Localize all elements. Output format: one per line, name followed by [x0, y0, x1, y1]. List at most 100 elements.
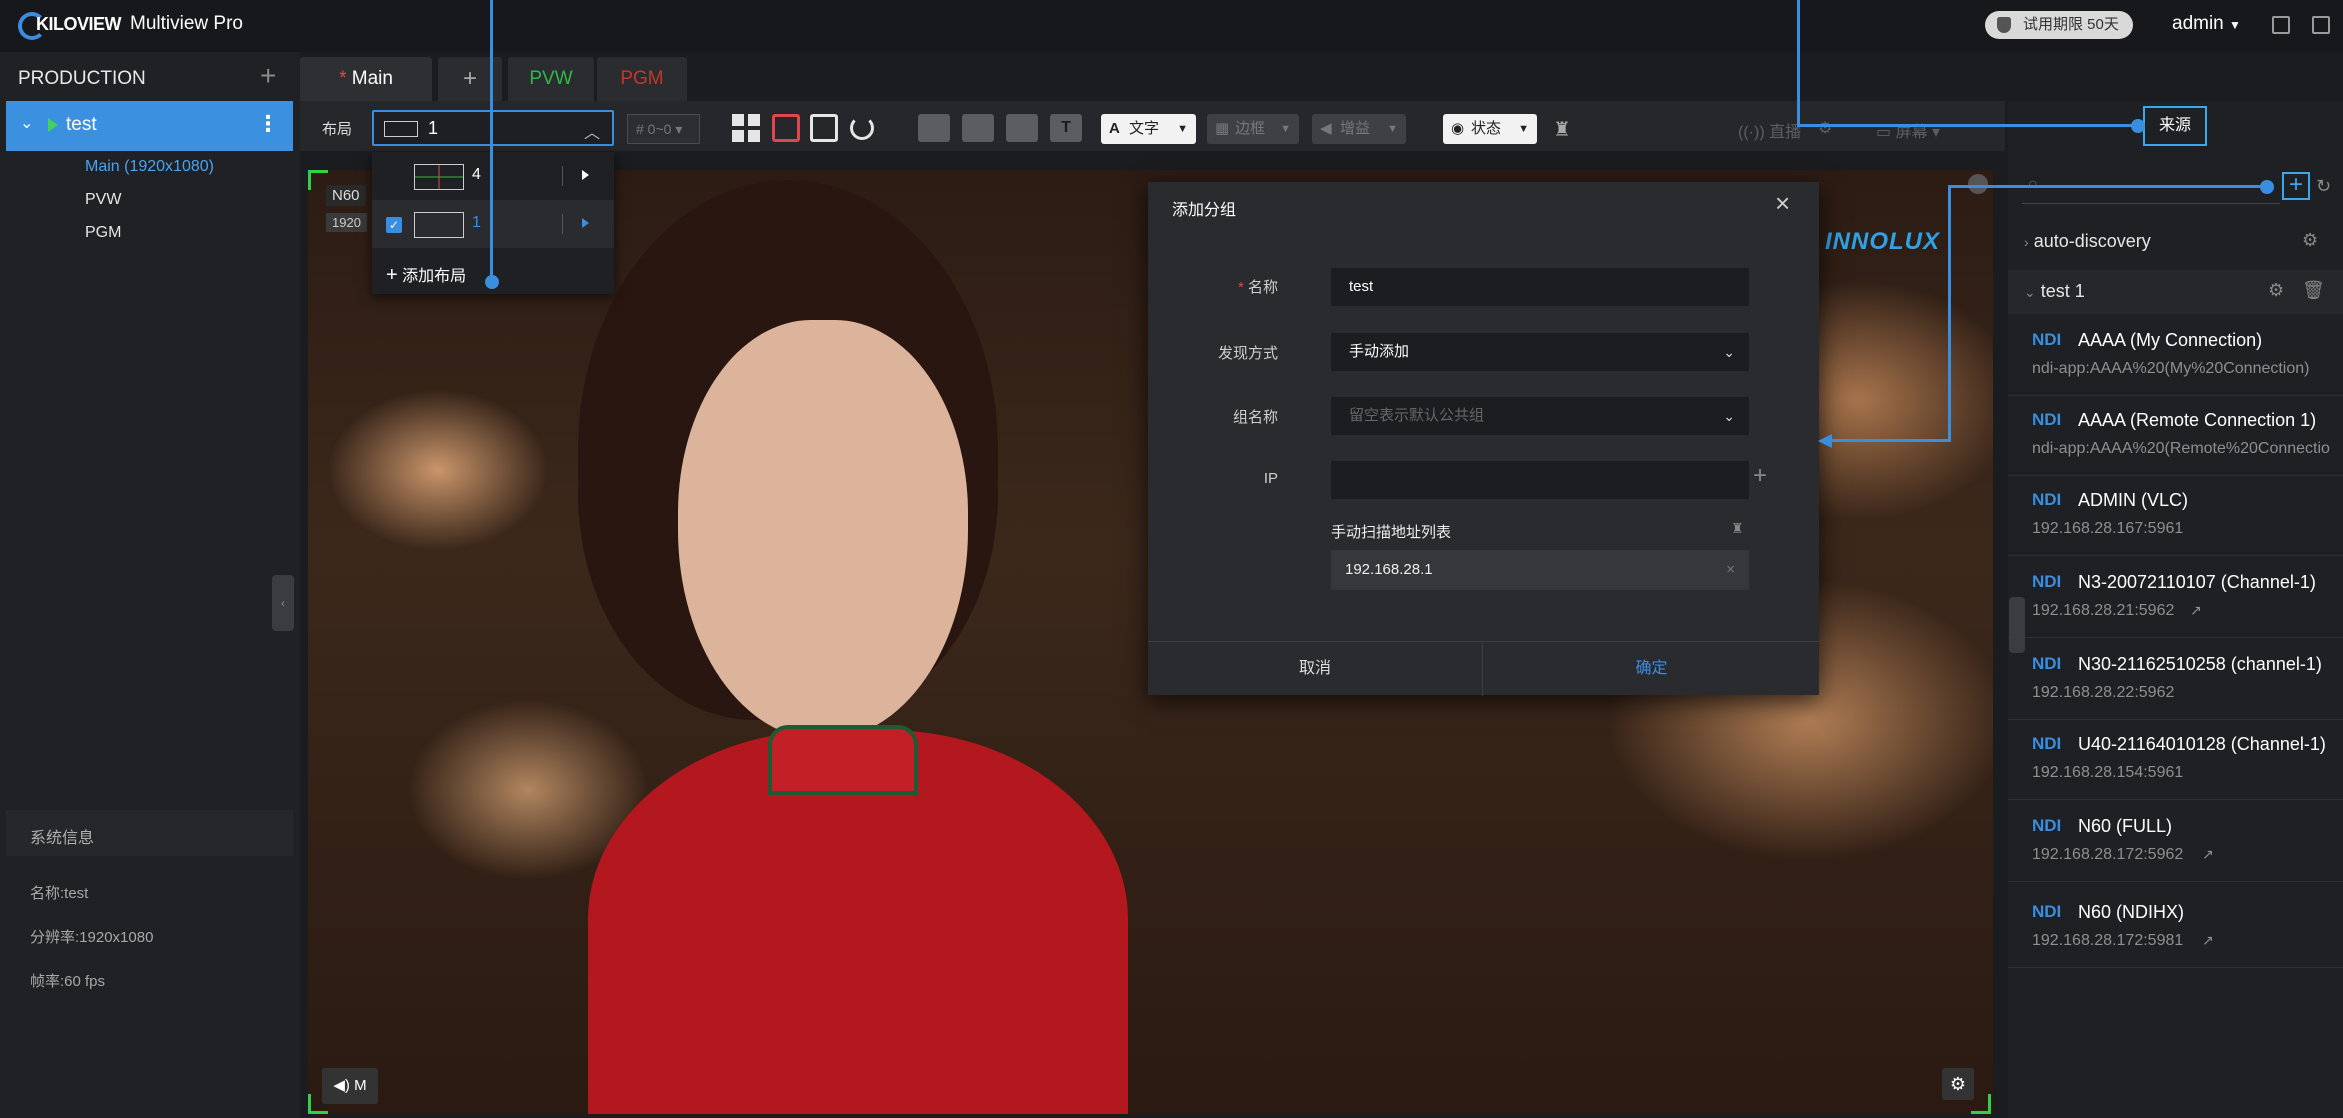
tree-item-pvw[interactable]: PVW [85, 191, 121, 209]
gain-dropdown[interactable]: ◀ 增益 ▼ [1312, 114, 1406, 144]
save-as-icon[interactable] [810, 114, 838, 142]
layout-option-label: 4 [472, 166, 481, 183]
audio-button[interactable]: ◀) M [322, 1068, 378, 1104]
source-item[interactable]: NDI ADMIN (VLC) 192.168.28.167:5961 [2008, 476, 2343, 556]
external-link-icon[interactable]: ↗ [2202, 846, 2214, 863]
tab-sources[interactable]: 来源 [2143, 106, 2207, 146]
source-address: 192.168.28.154:5961 [2032, 764, 2184, 781]
confirm-button[interactable]: 确定 [1484, 642, 1819, 696]
group-test-1[interactable]: ⌄ test 1 [2024, 281, 2085, 302]
cancel-button[interactable]: 取消 [1148, 642, 1483, 696]
ndi-badge: NDI [2032, 734, 2062, 753]
audio-meter-icon[interactable] [1006, 114, 1038, 142]
source-item[interactable]: NDI U40-21164010128 (Channel-1) 192.168.28… [2008, 720, 2343, 800]
manual-icon[interactable] [2272, 16, 2290, 34]
submenu-arrow-icon[interactable] [582, 170, 589, 180]
tab-pgm[interactable]: PGM [597, 57, 687, 101]
tab-main[interactable]: * Main [300, 57, 432, 101]
screen-button[interactable]: ▭ 屏幕 ▾ [1876, 118, 1940, 142]
clear-icon[interactable]: ♜ [1553, 117, 1571, 142]
broadcast-icon: ((·)) [1738, 124, 1765, 141]
gear-icon[interactable]: ⚙ [2268, 280, 2284, 301]
settings-icon[interactable]: ⚙ [1818, 118, 1832, 138]
group-auto-discovery[interactable]: › auto-discovery [2024, 231, 2151, 252]
scan-list-label: 手动扫描地址列表 [1331, 524, 1452, 541]
sidebar-item-test[interactable]: ⌄ test ⋮ [6, 101, 293, 151]
layout-option-1[interactable]: ✓ 1 [372, 200, 614, 248]
layout-single-icon [384, 121, 418, 137]
text-dropdown[interactable]: A 文字 ▼ [1101, 114, 1196, 144]
add-ip-button[interactable]: + [1753, 462, 1767, 490]
refresh-icon[interactable]: ↻ [2316, 176, 2331, 197]
group-name-select[interactable]: 留空表示默认公共组 ⌄ [1331, 397, 1749, 435]
layout-grid-icon[interactable] [732, 114, 760, 142]
checkbox-checked-icon[interactable]: ✓ [386, 217, 402, 233]
system-info-framerate: 帧率:60 fps [30, 973, 106, 990]
logo-text: KILOVIEW [36, 14, 122, 34]
layout-select[interactable]: 1 ︿ [372, 110, 614, 146]
add-group-button[interactable]: + [2282, 172, 2310, 200]
tree-item-pgm[interactable]: PGM [85, 224, 121, 242]
chevron-up-icon: ︿ [583, 125, 600, 142]
external-link-icon[interactable]: ↗ [2190, 602, 2202, 619]
close-icon[interactable]: × [1775, 188, 1790, 219]
annotation-arrow-icon [1818, 434, 1832, 448]
more-options-icon[interactable]: ⋮ [257, 111, 279, 137]
language-icon[interactable] [2312, 16, 2330, 34]
trial-badge: 试用期限 50天 [1985, 11, 2133, 39]
source-address: 192.168.28.167:5961 [2032, 520, 2184, 537]
gear-icon[interactable]: ⚙ [2302, 230, 2318, 251]
tab-pvw[interactable]: PVW [508, 57, 594, 101]
source-item[interactable]: NDI N60 (NDIHX) 192.168.28.172:5981 ↗ [2008, 888, 2343, 968]
preview-indicator-icon [1968, 174, 1988, 194]
modified-marker: * [339, 68, 347, 89]
tree-item-main[interactable]: Main (1920x1080) [85, 158, 214, 176]
username: admin [2172, 13, 2224, 34]
add-layout-button[interactable]: + 添加布局 [386, 262, 466, 287]
frame-icon[interactable] [962, 114, 994, 142]
window-range-select[interactable]: # 0~0 ▾ [627, 114, 700, 144]
source-address: 192.168.28.22:5962 [2032, 684, 2175, 701]
source-item[interactable]: NDI AAAA (Remote Connection 1) ndi-app:AAA… [2008, 396, 2343, 476]
preview-settings-icon[interactable]: ⚙ [1942, 1068, 1974, 1100]
source-item[interactable]: NDI AAAA (My Connection) ndi-app:AAAA%20(M… [2008, 316, 2343, 396]
layout-select-value: 1 [428, 118, 439, 138]
collapse-sidebar-handle[interactable]: ‹ [272, 575, 294, 631]
audio-label: M [354, 1077, 367, 1094]
status-dropdown[interactable]: ◉ 状态 ▼ [1443, 114, 1537, 144]
trash-icon[interactable]: 🗑 [2302, 280, 2325, 301]
border-dropdown[interactable]: ▦ 边框 ▼ [1207, 114, 1299, 144]
submenu-arrow-icon[interactable] [582, 218, 589, 228]
live-button[interactable]: ((·)) 直播 [1738, 118, 1801, 142]
annotation-line [1948, 185, 2268, 188]
add-layout-label: 添加布局 [402, 268, 467, 285]
discovery-select[interactable]: 手动添加 ⌄ [1331, 333, 1749, 371]
group-name: auto-discovery [2033, 231, 2151, 251]
discovery-label: 发现方式 [1217, 345, 1278, 362]
clear-list-icon[interactable]: ♜ [1731, 520, 1744, 537]
gain-dropdown-label: 增益 [1340, 120, 1371, 137]
source-item[interactable]: NDI N60 (FULL) 192.168.28.172:5962 ↗ [2008, 802, 2343, 882]
external-link-icon[interactable]: ↗ [2202, 932, 2214, 949]
annotation-line [1797, 0, 1800, 127]
dialog-title: 添加分组 [1172, 202, 1237, 219]
add-production-button[interactable]: + [260, 60, 276, 92]
refresh-icon[interactable] [850, 116, 874, 140]
ip-field[interactable] [1331, 461, 1749, 499]
split-layout-icon[interactable] [918, 114, 950, 142]
sidebar-item-label: test [66, 114, 97, 135]
system-info-resolution: 分辨率:1920x1080 [30, 929, 154, 946]
remove-icon[interactable]: × [1726, 550, 1735, 590]
text-icon[interactable]: T [1050, 114, 1082, 142]
dialog-footer: 取消 确定 [1148, 641, 1819, 696]
source-item[interactable]: NDI N30-21162510258 (channel-1) 192.168.28… [2008, 640, 2343, 720]
source-item[interactable]: NDI N3-20072110107 (Channel-1) 192.168.28.… [2008, 558, 2343, 638]
name-field[interactable]: test [1331, 268, 1749, 306]
save-icon[interactable] [772, 114, 800, 142]
divider [2008, 799, 2343, 800]
text-dropdown-label: 文字 [1129, 120, 1160, 137]
layout-quad-icon [414, 164, 464, 190]
user-menu[interactable]: admin ▼ [2172, 13, 2241, 35]
layout-option-4[interactable]: 4 [372, 152, 614, 200]
collapse-panel-handle[interactable] [2009, 597, 2025, 653]
